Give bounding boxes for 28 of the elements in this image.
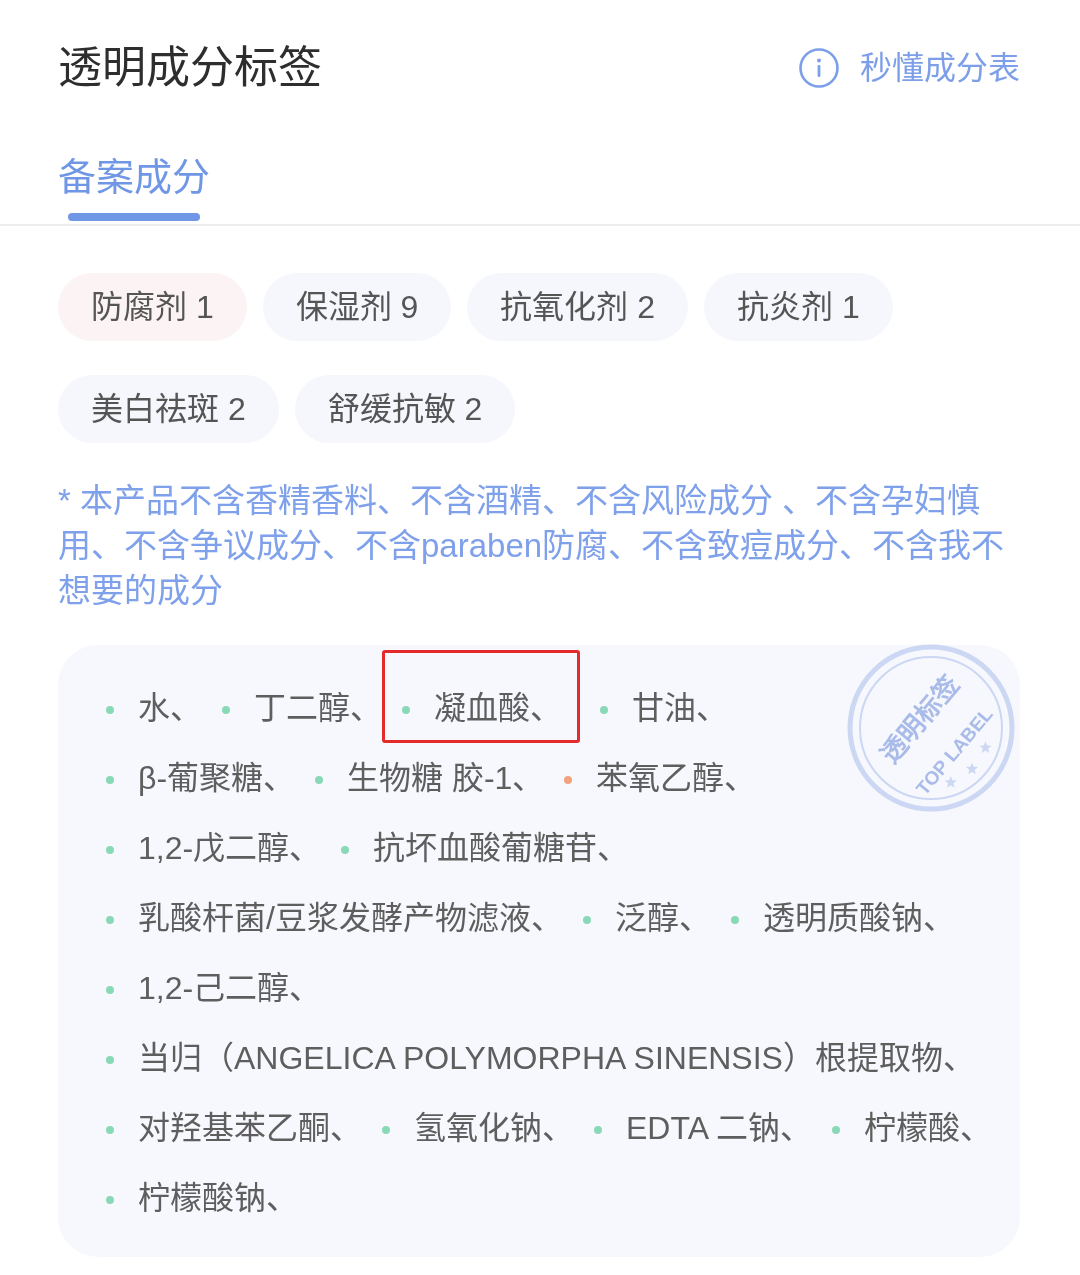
- page-title: 透明成分标签: [58, 41, 322, 94]
- ingredient-name[interactable]: 泛醇、: [614, 899, 711, 936]
- ingredient-name[interactable]: 甘油、: [632, 689, 728, 726]
- category-chip[interactable]: 保湿剂 9: [262, 272, 452, 341]
- ingredient-name[interactable]: 1,2-戊二醇、: [138, 829, 322, 866]
- ingredient-name[interactable]: 柠檬酸、: [864, 1109, 993, 1146]
- ingredient-name[interactable]: 丁二醇、: [254, 689, 382, 726]
- info-icon: [799, 48, 839, 88]
- category-chip[interactable]: 舒缓抗敏 2: [294, 374, 516, 443]
- ingredient-name[interactable]: 苯氧乙醇、: [596, 759, 757, 796]
- category-chip[interactable]: 防腐剂 1: [58, 272, 247, 341]
- category-chip[interactable]: 抗氧化剂 2: [467, 272, 689, 341]
- ingredient-name[interactable]: 水、: [138, 689, 202, 726]
- ingredient-name[interactable]: 透明质酸钠、: [762, 899, 955, 936]
- disclaimer-text: * 本产品不含香精香料、不含酒精、不含风险成分 、不含孕妇慎用、不含争议成分、不含paraben防腐、不含致痘成分、不含我不想要的成分: [58, 480, 1006, 611]
- ingredient-name[interactable]: 凝血酸、: [434, 689, 562, 726]
- ingredient-name[interactable]: β-葡聚糖、: [138, 759, 296, 796]
- ingredient-name[interactable]: 当归（ANGELICA POLYMORPHA SINENSIS）根提取物、: [138, 1039, 975, 1076]
- ingredient-name[interactable]: 1,2-己二醇、: [138, 969, 322, 1006]
- ingredient-name[interactable]: EDTA 二钠、: [626, 1109, 813, 1146]
- ingredient-name[interactable]: 氢氧化钠、: [414, 1109, 574, 1146]
- ingredient-name[interactable]: 乳酸杆菌/豆浆发酵产物滤液、: [138, 899, 563, 936]
- category-chip[interactable]: 抗炎剂 1: [704, 272, 893, 341]
- ingredient-name[interactable]: 抗坏血酸葡糖苷、: [373, 829, 630, 866]
- ingredient-name[interactable]: 柠檬酸钠、: [138, 1179, 298, 1216]
- ingredient-name[interactable]: 生物糖 胶-1、: [347, 759, 545, 796]
- category-chip[interactable]: 美白祛斑 2: [58, 374, 279, 443]
- ingredient-name[interactable]: 对羟基苯乙酮、: [138, 1109, 362, 1146]
